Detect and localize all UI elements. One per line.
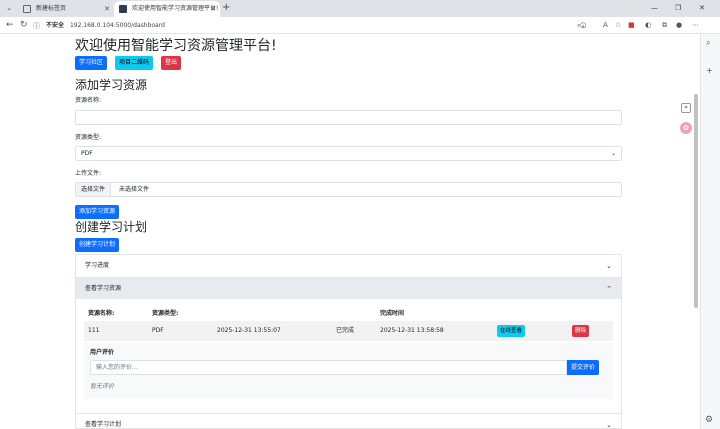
view-online-button[interactable]: 在线查看 — [497, 325, 526, 337]
create-plan-heading: 创建学习计划 — [75, 220, 148, 234]
column-header-name: 资源名称: — [88, 310, 115, 317]
refresh-icon[interactable]: ↻ — [20, 19, 28, 31]
accordion-title: 查看学习资源 — [85, 285, 122, 292]
community-button[interactable]: 学习社区 — [75, 56, 108, 70]
back-icon[interactable]: ← — [6, 19, 14, 31]
cell-name: 111 — [88, 327, 100, 334]
close-icon[interactable]: ✕ — [104, 1, 110, 17]
window-close-icon[interactable]: ✕ — [699, 2, 705, 14]
qr-scan-icon[interactable]: ⌗ — [681, 103, 691, 113]
accordion-title: 查看学习计划 — [85, 421, 122, 428]
browser-tab-active[interactable]: 欢迎使用智能学习资源管理平台! ✕ — [114, 1, 220, 17]
delete-button[interactable]: 删除 — [572, 325, 590, 337]
page-icon — [23, 5, 31, 13]
type-label: 资源类型: — [75, 134, 102, 141]
assistant-icon[interactable]: ✿ — [680, 122, 692, 134]
read-aloud-icon[interactable]: A — [603, 20, 608, 31]
tab-title: 欢迎使用智能学习资源管理平台! — [132, 5, 219, 12]
file-input[interactable]: 选择文件 未选择文件 — [75, 182, 622, 197]
qrcode-button[interactable]: 项目二维码 — [115, 56, 154, 70]
url-text: 192.168.0.104:5000/dashboard — [69, 22, 165, 29]
logout-button[interactable]: 登出 — [161, 56, 182, 70]
upload-label: 上传文件: — [75, 170, 102, 177]
favorite-icon[interactable]: ☆ — [615, 20, 621, 31]
choose-file-button[interactable]: 选择文件 — [76, 183, 112, 196]
evaluation-title: 用户评价 — [90, 349, 115, 356]
page-title: 欢迎使用智能学习资源管理平台! — [75, 38, 277, 54]
browser-tab-new[interactable]: 新建标签页 ✕ — [18, 1, 114, 17]
profile-icon[interactable]: ● — [676, 20, 682, 31]
chevron-down-icon: ⌄ — [606, 421, 612, 429]
close-icon[interactable]: ✕ — [210, 1, 216, 17]
extension-icon[interactable]: ■ — [628, 20, 635, 31]
column-header-type: 资源类型: — [152, 310, 179, 317]
add-resource-heading: 添加学习资源 — [75, 78, 148, 92]
add-resource-button[interactable]: 添加学习资源 — [75, 205, 120, 219]
chevron-down-icon: ⌄ — [606, 262, 612, 270]
site-icon — [119, 5, 127, 13]
create-plan-button[interactable]: 创建学习计划 — [75, 238, 120, 252]
translate-icon[interactable]: ⌕ⓐ — [577, 20, 586, 31]
minimize-icon[interactable]: — — [651, 2, 658, 14]
address-bar[interactable]: 不安全 192.168.0.104:5000/dashboard — [46, 20, 165, 31]
resource-name-input[interactable] — [75, 110, 622, 125]
column-header-done-time: 完成时间 — [380, 310, 405, 317]
settings-gear-icon[interactable]: ⚙ — [705, 415, 713, 425]
select-value: PDF — [81, 150, 93, 157]
new-tab-icon[interactable]: + — [222, 2, 230, 14]
info-icon[interactable]: ⓘ — [33, 20, 40, 32]
chevron-up-icon: ⌃ — [606, 285, 612, 293]
accordion-resources-header[interactable]: 查看学习资源 ⌃ — [76, 277, 621, 299]
copilot-icon[interactable]: ◐ — [645, 20, 651, 31]
browser-sidebar: ⌕ + — [700, 34, 720, 429]
collections-icon[interactable]: ⧉ — [662, 20, 667, 31]
cell-status: 已完成 — [336, 327, 355, 334]
more-icon[interactable]: ⋯ — [692, 20, 699, 31]
name-label: 资源名称: — [75, 97, 102, 104]
cell-created: 2025-12-31 13:55:07 — [217, 327, 281, 334]
tab-title: 新建标签页 — [36, 5, 67, 12]
page-scrollbar[interactable] — [694, 94, 698, 308]
evaluation-input[interactable]: 输入您的评价... — [90, 360, 567, 375]
restore-icon[interactable]: ❐ — [675, 2, 681, 14]
no-evaluation-text: 暂无评价 — [90, 383, 115, 390]
accordion-plans-header[interactable]: 查看学习计划 ⌄ — [76, 413, 621, 429]
cell-finished: 2025-12-31 13:58:58 — [380, 327, 444, 334]
search-icon[interactable]: ⌕ — [706, 38, 710, 48]
accordion-progress-header[interactable]: 学习进度 ⌄ — [76, 255, 621, 277]
browser-toolbar: ← ↻ ⓘ 不安全 192.168.0.104:5000/dashboard ⌕… — [0, 17, 720, 34]
chevron-down-icon: ⌄ — [610, 150, 616, 157]
accordion-title: 学习进度 — [85, 262, 110, 269]
tab-actions-icon[interactable]: ⌄ — [4, 3, 14, 13]
submit-evaluation-button[interactable]: 提交评价 — [567, 360, 600, 375]
security-label: 不安全 — [46, 22, 65, 29]
resource-type-select[interactable]: PDF ⌄ — [75, 146, 622, 161]
cell-type: PDF — [152, 327, 164, 334]
file-name-text: 未选择文件 — [119, 186, 150, 193]
accordion: 学习进度 ⌄ 查看学习资源 ⌃ 查看学习计划 ⌄ — [75, 254, 622, 429]
browser-tab-bar: ⌄ 新建标签页 ✕ 欢迎使用智能学习资源管理平台! ✕ + — ❐ ✕ — [0, 0, 720, 17]
add-icon[interactable]: + — [706, 66, 713, 75]
